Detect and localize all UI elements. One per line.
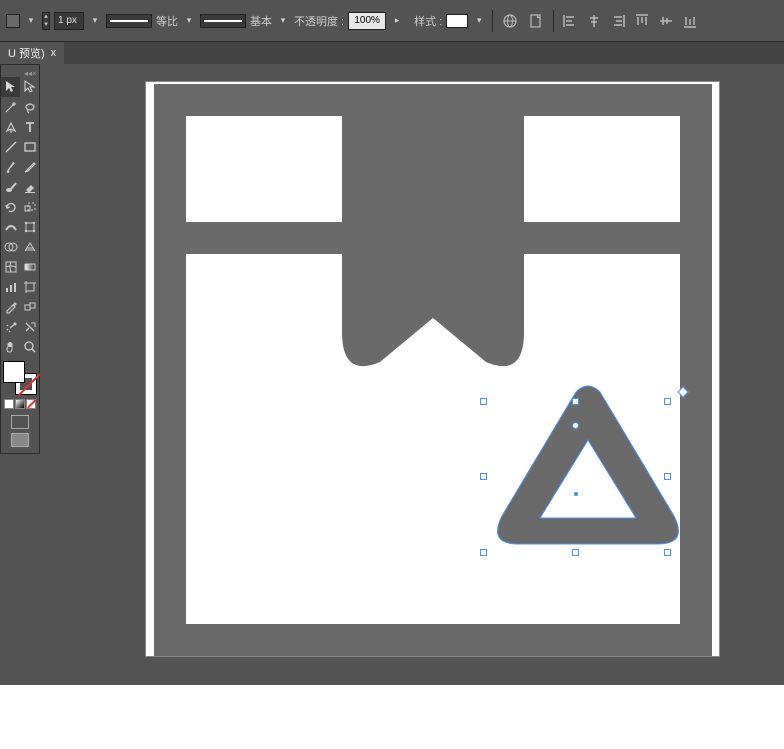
color-mode-solid[interactable] — [4, 399, 14, 409]
style-label: 样式 : — [414, 13, 442, 29]
paintbrush-tool[interactable] — [1, 157, 20, 177]
profile-label: 等比 — [156, 13, 178, 29]
artwork — [146, 82, 721, 658]
eyedropper-tool[interactable] — [1, 297, 20, 317]
color-mode-gradient[interactable] — [15, 399, 25, 409]
slice-tool[interactable] — [20, 317, 39, 337]
stroke-profile-preview[interactable] — [106, 14, 152, 28]
align-top-icon[interactable] — [632, 11, 652, 31]
rotate-tool[interactable] — [1, 197, 20, 217]
align-hcenter-icon[interactable] — [584, 11, 604, 31]
brush-dropdown[interactable]: ▾ — [276, 14, 290, 28]
blob-brush-tool[interactable] — [1, 177, 20, 197]
line-tool[interactable] — [1, 137, 20, 157]
profile-dropdown[interactable]: ▾ — [182, 14, 196, 28]
align-left-icon[interactable] — [560, 11, 580, 31]
screen-mode-normal[interactable] — [11, 415, 29, 429]
screen-mode-full[interactable] — [11, 433, 29, 447]
document-setup-icon[interactable] — [525, 10, 547, 32]
opacity-arrow[interactable]: ▸ — [390, 14, 404, 28]
tab-label: U 预览) — [8, 45, 45, 61]
free-transform-tool[interactable] — [20, 217, 39, 237]
width-tool[interactable] — [1, 217, 20, 237]
align-right-icon[interactable] — [608, 11, 628, 31]
rectangle-tool[interactable] — [20, 137, 39, 157]
stroke-spinner[interactable]: ▴▾ — [42, 12, 50, 30]
fill-color-swatch[interactable] — [3, 361, 25, 383]
magic-wand-tool[interactable] — [1, 97, 20, 117]
blend-tool[interactable] — [20, 297, 39, 317]
color-mode-none[interactable] — [26, 399, 36, 409]
shape-builder-tool[interactable] — [1, 237, 20, 257]
gradient-tool[interactable] — [20, 257, 39, 277]
lasso-tool[interactable] — [20, 97, 39, 117]
stroke-width-dropdown[interactable]: ▾ — [88, 14, 102, 28]
tools-panel: ◂◂× — [0, 64, 40, 454]
document-tab-bar: U 预览) x — [0, 42, 784, 64]
fill-stroke-indicator[interactable] — [3, 361, 37, 395]
tools-panel-header[interactable]: ◂◂× — [1, 65, 39, 77]
globe-icon[interactable] — [499, 10, 521, 32]
pen-tool[interactable] — [1, 117, 20, 137]
eraser-tool[interactable] — [20, 177, 39, 197]
style-dropdown[interactable]: ▾ — [472, 14, 486, 28]
canvas-area[interactable] — [40, 64, 784, 681]
mesh-tool[interactable] — [1, 257, 20, 277]
tab-close-icon[interactable]: x — [51, 47, 57, 59]
direct-selection-tool[interactable] — [20, 77, 39, 97]
opacity-label: 不透明度 : — [294, 13, 344, 29]
opacity-input[interactable] — [348, 12, 386, 30]
hand-tool[interactable] — [1, 337, 20, 357]
pencil-tool[interactable] — [20, 157, 39, 177]
selection-tool[interactable] — [1, 77, 20, 97]
options-bar: ▾ ▴▾ ▾ 等比 ▾ 基本 ▾ 不透明度 : ▸ 样式 : ▾ — [0, 0, 784, 42]
document-tab[interactable]: U 预览) x — [0, 42, 64, 64]
align-bottom-icon[interactable] — [680, 11, 700, 31]
type-tool[interactable] — [20, 117, 39, 137]
perspective-grid-tool[interactable] — [20, 237, 39, 257]
style-swatch[interactable] — [446, 14, 468, 28]
stroke-width-input[interactable] — [54, 12, 84, 30]
fill-swatch[interactable] — [6, 14, 20, 28]
brush-label: 基本 — [250, 13, 272, 29]
triangle-shape[interactable] — [498, 386, 679, 544]
symbol-sprayer-tool[interactable] — [1, 317, 20, 337]
scale-tool[interactable] — [20, 197, 39, 217]
zoom-tool[interactable] — [20, 337, 39, 357]
fill-dropdown[interactable]: ▾ — [24, 14, 38, 28]
align-vcenter-icon[interactable] — [656, 11, 676, 31]
brush-preview[interactable] — [200, 14, 246, 28]
artboard-tool[interactable] — [20, 277, 39, 297]
artboard[interactable] — [145, 81, 720, 657]
column-graph-tool[interactable] — [1, 277, 20, 297]
